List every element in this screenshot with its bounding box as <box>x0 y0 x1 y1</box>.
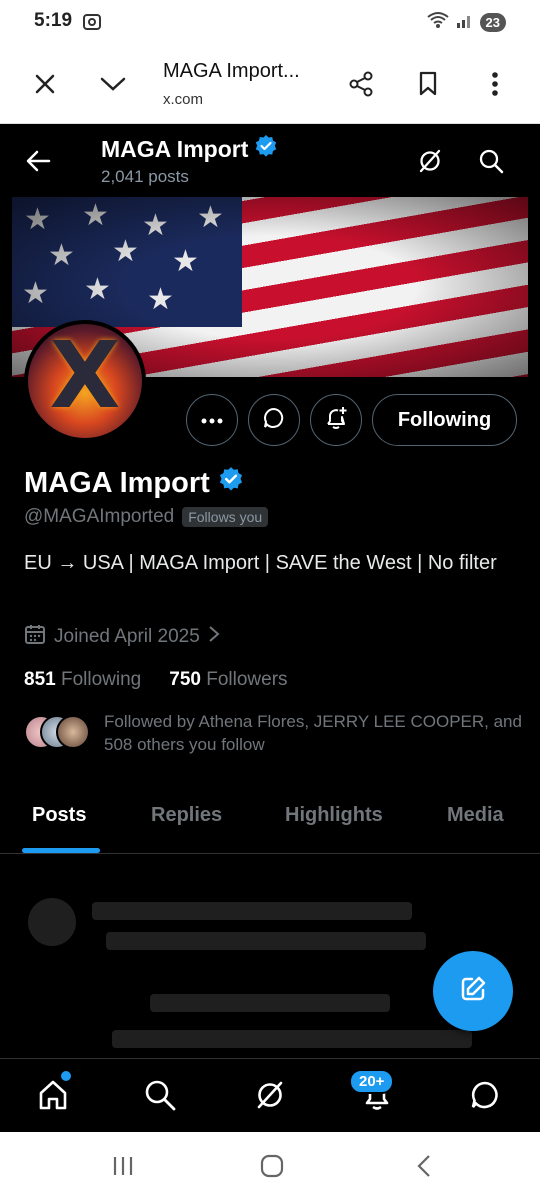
chevron-down-icon[interactable] <box>93 64 133 104</box>
chevron-right-icon <box>208 625 220 649</box>
mutual-avatar <box>56 715 90 749</box>
followed-by-row[interactable]: Followed by Athena Flores, JERRY LEE COO… <box>24 710 524 756</box>
following-count[interactable]: 851 Following <box>24 669 141 691</box>
compose-icon <box>458 974 488 1009</box>
grok-icon[interactable] <box>412 143 448 179</box>
wifi-icon <box>426 11 450 34</box>
tab-replies[interactable]: Replies <box>151 804 222 827</box>
tab-highlights[interactable]: Highlights <box>285 804 383 827</box>
search-icon <box>144 1079 176 1116</box>
joined-text: Joined April 2025 <box>54 626 200 647</box>
tab-active-indicator <box>22 848 100 853</box>
home-unread-dot <box>61 1071 71 1081</box>
mutual-avatars <box>24 715 90 751</box>
profile-name-text: MAGA Import <box>24 466 210 499</box>
following-button[interactable]: Following <box>372 394 517 446</box>
share-icon[interactable] <box>341 64 381 104</box>
nav-home[interactable] <box>33 1077 73 1117</box>
status-bar: 5:19 23 <box>0 0 540 46</box>
header-posts-count: 2,041 posts <box>101 167 189 186</box>
calendar-icon <box>24 623 46 651</box>
system-back-icon[interactable] <box>404 1150 444 1182</box>
back-arrow-icon[interactable] <box>20 143 56 179</box>
bottom-nav: 20+ <box>0 1058 540 1132</box>
follows-you-badge: Follows you <box>182 507 269 527</box>
bookmark-icon[interactable] <box>408 64 448 104</box>
more-icon <box>201 411 223 429</box>
nav-grok[interactable] <box>250 1077 290 1117</box>
header-name-text: MAGA Import <box>101 135 249 162</box>
screenshot-icon <box>82 12 102 37</box>
home-icon <box>36 1078 70 1117</box>
header-name: MAGA Import <box>101 134 278 164</box>
system-nav-bar <box>0 1132 540 1200</box>
profile-avatar[interactable]: X <box>24 320 146 442</box>
notification-badge: 20+ <box>349 1069 395 1094</box>
more-vertical-icon[interactable] <box>475 64 515 104</box>
browser-bar: MAGA Import... x.com <box>0 46 540 124</box>
profile-header: MAGA Import 2,041 posts <box>0 125 540 197</box>
notify-plus-icon <box>323 405 349 436</box>
profile-handle-row: @MAGAImported Follows you <box>24 506 269 528</box>
grok-icon <box>254 1079 286 1116</box>
messages-icon <box>469 1079 501 1116</box>
recent-apps-icon[interactable] <box>103 1150 143 1182</box>
status-time: 5:19 <box>34 10 73 31</box>
verified-badge-icon[interactable] <box>218 466 244 500</box>
follow-counts: 851 Following 750 Followers <box>24 669 288 691</box>
browser-url[interactable]: x.com <box>163 91 203 108</box>
tab-media[interactable]: Media <box>447 804 504 827</box>
home-button-icon[interactable] <box>252 1150 292 1182</box>
followers-count[interactable]: 750 Followers <box>169 669 287 691</box>
avatar-x-logo: X <box>49 322 121 430</box>
tab-posts[interactable]: Posts <box>32 804 86 827</box>
nav-search[interactable] <box>140 1077 180 1117</box>
battery-badge: 23 <box>479 13 506 32</box>
profile-handle: @MAGAImported <box>24 506 175 527</box>
profile-tabs: Posts Replies Highlights Media <box>0 784 540 854</box>
message-icon <box>262 406 286 435</box>
message-button[interactable] <box>248 394 300 446</box>
notify-button[interactable] <box>310 394 362 446</box>
nav-messages[interactable] <box>465 1077 505 1117</box>
compose-post-button[interactable] <box>433 951 513 1031</box>
browser-page-title: MAGA Import... <box>163 60 300 82</box>
signal-icon <box>456 11 474 34</box>
followed-by-text: Followed by Athena Flores, JERRY LEE COO… <box>104 712 522 754</box>
profile-joined[interactable]: Joined April 2025 <box>24 623 220 651</box>
more-button[interactable] <box>186 394 238 446</box>
profile-name: MAGA Import <box>24 466 244 500</box>
profile-bio: EU → USA | MAGA Import | SAVE the West |… <box>24 552 497 574</box>
close-icon[interactable] <box>25 64 65 104</box>
verified-badge-icon <box>254 134 278 164</box>
search-icon[interactable] <box>473 143 509 179</box>
